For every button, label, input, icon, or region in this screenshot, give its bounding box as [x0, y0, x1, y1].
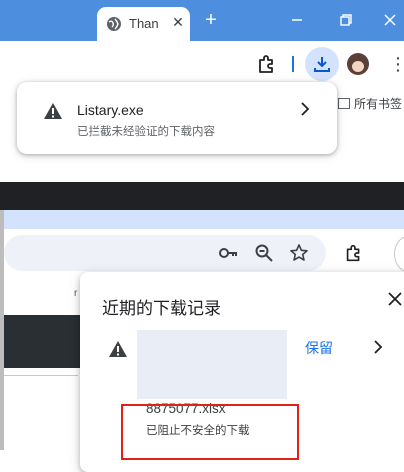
folder-icon [338, 98, 350, 109]
close-icon[interactable] [386, 290, 404, 308]
tab-close-icon[interactable]: ✕ [169, 13, 187, 31]
profile-avatar[interactable] [347, 53, 369, 75]
globe-icon [107, 17, 121, 31]
tab-strip-bottom [0, 210, 404, 229]
downloads-panel-title: 近期的下载记录 [102, 299, 221, 318]
highlight-box [121, 404, 299, 460]
warning-triangle-icon [44, 103, 62, 119]
close-window-icon[interactable] [379, 9, 401, 31]
browser-window-bottom: r 近期的下载记录 保留 8875077.xlsx 已阻止不安全的下载 [0, 210, 404, 472]
page-content-divider [4, 375, 78, 376]
profile-button-bottom[interactable] [394, 236, 404, 272]
download-button[interactable] [305, 47, 339, 81]
extensions-icon-bottom[interactable] [343, 242, 365, 264]
password-key-icon[interactable] [218, 243, 238, 263]
new-tab-button[interactable]: + [201, 10, 221, 30]
download-status: 已拦截未经验证的下载内容 [77, 126, 215, 138]
download-bubble[interactable]: Listary.exe 已拦截未经验证的下载内容 [17, 82, 337, 154]
chevron-right-icon[interactable] [299, 102, 311, 116]
avatar-face [352, 61, 364, 72]
keep-button[interactable]: 保留 [305, 338, 333, 358]
address-bar[interactable] [4, 235, 326, 271]
toolbar-divider [292, 56, 294, 72]
chevron-right-icon[interactable] [372, 340, 384, 354]
menu-icon[interactable]: ⋮ [389, 54, 404, 75]
minimize-icon[interactable] [286, 9, 308, 31]
screenshot-separator [0, 182, 404, 210]
download-filename: Listary.exe [77, 102, 144, 118]
all-bookmarks[interactable]: 所有书签 [338, 95, 402, 112]
bookmark-star-icon[interactable] [289, 243, 309, 263]
page-content-fragment: r [74, 288, 78, 299]
tab-title: Than [129, 16, 159, 31]
tab-active[interactable]: Than ✕ [97, 7, 190, 41]
redacted-region [137, 330, 287, 399]
browser-window-top: Than ✕ + ⋮ 所有书签 Listary.exe 已拦截未经验证的下载内容 [0, 0, 404, 182]
extensions-icon[interactable] [255, 52, 279, 76]
zoom-icon[interactable] [254, 243, 274, 263]
warning-triangle-icon [109, 341, 127, 357]
restore-icon[interactable] [335, 9, 357, 31]
download-icon [314, 57, 330, 72]
all-bookmarks-label: 所有书签 [354, 97, 403, 111]
page-content-dark-block [4, 315, 84, 368]
